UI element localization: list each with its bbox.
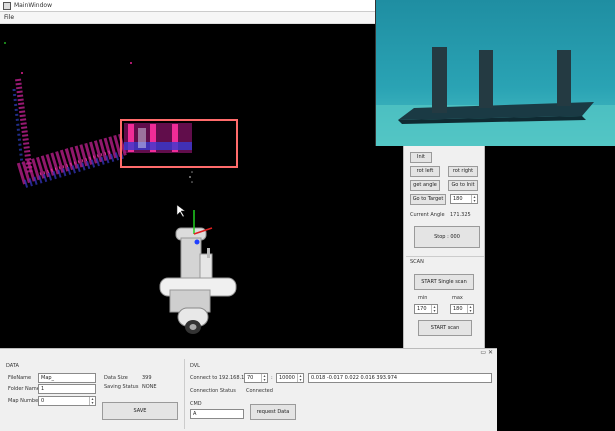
min-label: min — [418, 295, 428, 301]
port-separator: : — [271, 375, 273, 381]
menu-file[interactable]: File — [4, 14, 14, 21]
go-target-button[interactable]: Go to Target — [410, 194, 446, 205]
current-angle-value: 171.325 — [450, 212, 471, 218]
target-angle-value: 180 — [453, 196, 463, 202]
window-icon — [3, 2, 11, 10]
camera-image — [376, 0, 615, 146]
spin-down-icon[interactable]: ▴ ▾ — [471, 195, 477, 203]
dvl-readout-value: 0.018 -0.017 0.022 0.016 393.974 — [311, 375, 398, 381]
cmd-label: CMD — [190, 401, 202, 407]
max-label: max — [452, 295, 463, 301]
map-number-value: 0 — [41, 398, 45, 404]
go-init-button[interactable]: Go to Init — [448, 180, 478, 191]
port-value: 10000 — [279, 375, 295, 381]
dock-header: ▭ ✕ — [0, 349, 497, 357]
data-size-value: 399 — [142, 375, 152, 381]
ip-suffix-input[interactable]: 70 ▴ ▾ — [244, 373, 268, 383]
stop-button[interactable]: Stop : 000 — [414, 226, 480, 248]
main-window: MainWindow File Init rot left rot right … — [0, 0, 615, 431]
max-angle-input[interactable]: 180 ▴ ▾ — [450, 304, 474, 314]
saving-status-value: NONE — [142, 384, 157, 390]
connection-status-value: Connected — [246, 388, 273, 394]
scan-section-label: SCAN — [410, 259, 424, 265]
get-angle-button[interactable]: get angle — [410, 180, 440, 191]
close-dock-icon[interactable]: ✕ — [488, 349, 493, 356]
request-data-button[interactable]: request Data — [250, 404, 296, 420]
min-angle-value: 170 — [417, 306, 427, 312]
dvl-section-label: DVL — [190, 363, 200, 369]
init-button[interactable]: Init — [410, 152, 432, 163]
start-scan-button[interactable]: START scan — [418, 320, 472, 336]
target-angle-input[interactable]: 180 ▴ ▾ — [450, 194, 478, 204]
port-input[interactable]: 10000 ▴ ▾ — [276, 373, 304, 383]
dock-divider — [184, 359, 185, 429]
point-cloud-floor-band — [16, 133, 128, 188]
save-button[interactable]: SAVE — [102, 402, 178, 420]
window-title: MainWindow — [14, 2, 52, 9]
cmd-value: A — [193, 411, 197, 417]
folder-label: Folder Name — [8, 386, 40, 392]
folder-value: 1 — [41, 386, 45, 392]
connection-status-label: Connection Status — [190, 388, 236, 394]
dvl-readout-field[interactable]: 0.018 -0.017 0.022 0.016 393.974 — [308, 373, 492, 383]
data-section-label: DATA — [6, 363, 19, 369]
filename-value: Map_ — [41, 375, 55, 381]
spin-up-icon[interactable]: ▴ ▾ — [89, 397, 95, 405]
point-cloud-canvas — [4, 42, 238, 334]
dock-header-icons: ▭ ✕ — [480, 349, 493, 356]
current-angle-label: Current Angle — [410, 212, 445, 218]
start-single-scan-button[interactable]: START Single scan — [414, 274, 474, 290]
ip-suffix-value: 70 — [247, 375, 254, 381]
cursor-icon — [176, 204, 186, 218]
filename-input[interactable]: Map_ — [38, 373, 96, 383]
spin-up-icon[interactable]: ▴ ▾ — [431, 305, 437, 313]
point-cloud-structure — [124, 123, 192, 153]
saving-status-label: Saving Status — [104, 384, 139, 390]
filename-label: FileName — [8, 375, 32, 381]
camera-feed — [375, 0, 615, 146]
spin-up-icon[interactable]: ▴ ▾ — [297, 374, 303, 382]
min-angle-input[interactable]: 170 ▴ ▾ — [414, 304, 438, 314]
rot-right-button[interactable]: rot right — [448, 166, 478, 177]
float-dock-icon[interactable]: ▭ — [480, 349, 486, 356]
control-panel: Init rot left rot right get angle Go to … — [403, 146, 485, 348]
folder-input[interactable]: 1 — [38, 384, 96, 394]
bottom-dock: ▭ ✕ DATA FileName Map_ Folder Name 1 Map… — [0, 348, 497, 431]
data-size-label: Data Size — [104, 375, 128, 381]
point-cloud-viewport[interactable] — [0, 24, 400, 348]
section-divider — [406, 256, 484, 257]
connect-label: Connect to 192.168.1. — [190, 375, 246, 381]
map-number-label: Map Number — [8, 398, 41, 404]
rot-left-button[interactable]: rot left — [410, 166, 440, 177]
max-angle-value: 180 — [453, 306, 463, 312]
spin-up-icon[interactable]: ▴ ▾ — [467, 305, 473, 313]
cmd-input[interactable]: A — [190, 409, 244, 419]
robot-model[interactable] — [159, 210, 237, 334]
spin-up-icon[interactable]: ▴ ▾ — [261, 374, 267, 382]
map-number-input[interactable]: 0 ▴ ▾ — [38, 396, 96, 406]
point-cloud-left-streak — [12, 78, 33, 175]
